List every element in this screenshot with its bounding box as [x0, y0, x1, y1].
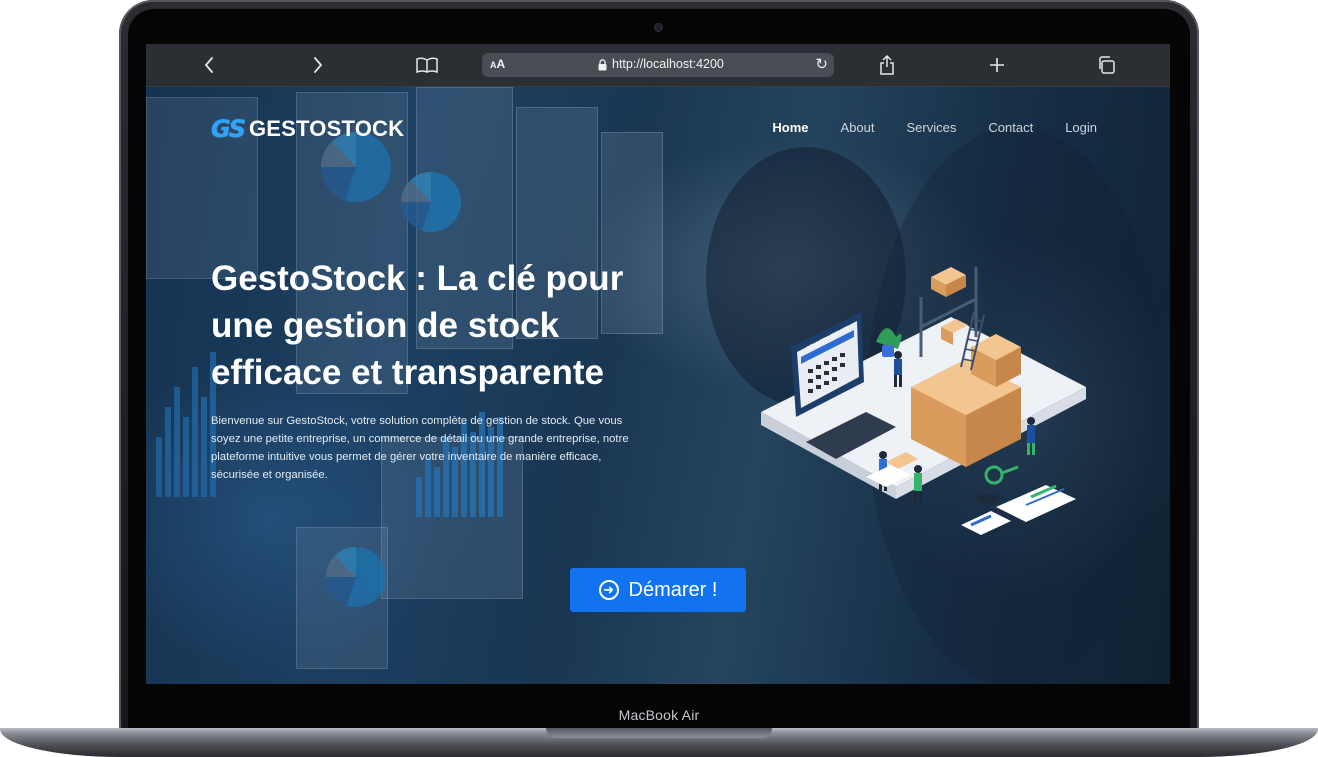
logo-text: GESTOSTOCK [248, 116, 405, 141]
forward-icon[interactable] [305, 52, 331, 78]
warehouse-illustration: DELIVERY SERVICE [761, 267, 1086, 535]
start-button-label: Démarer ! [628, 578, 718, 601]
lock-icon [598, 58, 607, 76]
logo-mark: GS [211, 115, 246, 143]
bookmarks-icon[interactable] [414, 52, 440, 78]
main-nav: Home About Services Contact Login [772, 120, 1097, 135]
address-bar[interactable]: AA http://localhost:4200 ↻ [482, 53, 834, 77]
nav-contact[interactable]: Contact [988, 120, 1033, 135]
screen: AA http://localhost:4200 ↻ GS GESTOSTOCK… [146, 44, 1170, 684]
back-icon[interactable] [196, 52, 222, 78]
reload-icon[interactable]: ↻ [815, 55, 828, 73]
arrow-right-circle-icon: ➜ [598, 580, 619, 600]
nav-login[interactable]: Login [1065, 120, 1097, 135]
hero-description: Bienvenue sur GestoStock, votre solution… [211, 415, 629, 481]
site-logo[interactable]: GS GESTOSTOCK [211, 115, 404, 143]
start-button[interactable]: ➜ Démarer ! [570, 568, 746, 612]
hero-title: GestoStock : La clé pour une gestion de … [211, 259, 624, 392]
nav-about[interactable]: About [841, 120, 875, 135]
tabs-icon[interactable] [1093, 52, 1119, 78]
laptop-model-label: MacBook Air [618, 707, 700, 723]
nav-home[interactable]: Home [772, 120, 808, 135]
share-icon[interactable] [874, 52, 900, 78]
browser-toolbar: AA http://localhost:4200 ↻ [146, 44, 1170, 87]
nav-services[interactable]: Services [907, 120, 957, 135]
camera-icon [655, 24, 662, 31]
laptop-base-notch [546, 728, 772, 738]
new-tab-icon[interactable] [984, 52, 1010, 78]
reader-button[interactable]: AA [490, 57, 505, 71]
web-page: GS GESTOSTOCK Home About Services Contac… [146, 87, 1170, 684]
url-text[interactable]: http://localhost:4200 [612, 57, 724, 71]
